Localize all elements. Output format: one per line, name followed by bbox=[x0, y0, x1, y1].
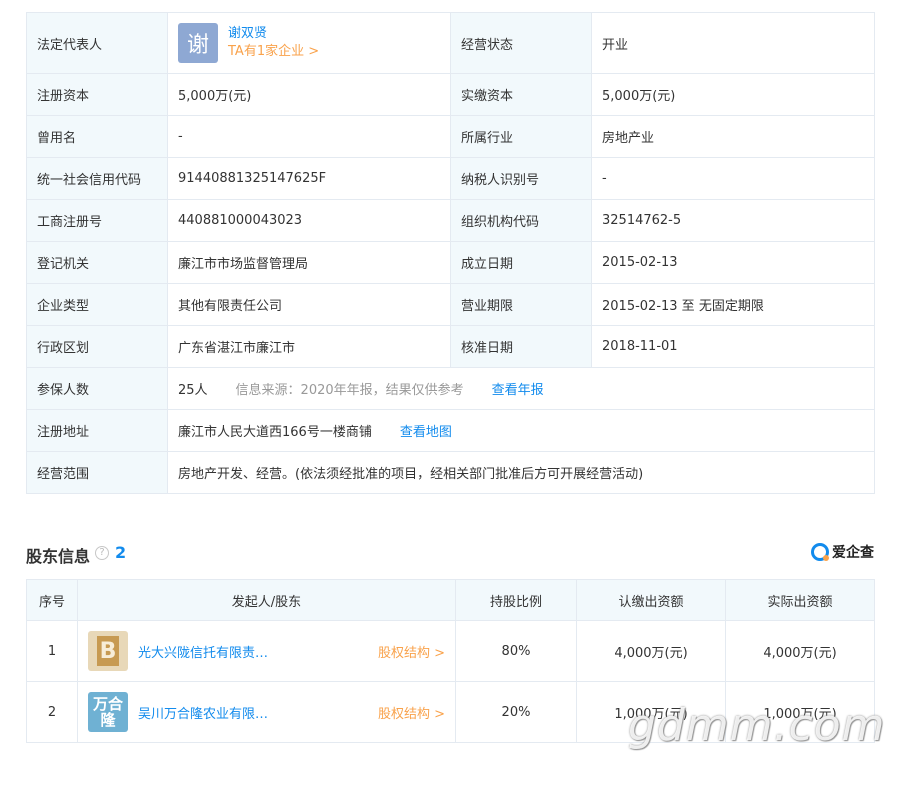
logo-letter: B bbox=[97, 636, 119, 666]
business-info-table: 法定代表人 谢 谢双贤 TA有1家企业 > 经营状态 开业 注册资本 5,000… bbox=[26, 12, 875, 494]
info-label: 经营状态 bbox=[450, 12, 592, 74]
info-row: 工商注册号 440881000043023 组织机构代码 32514762-5 bbox=[26, 199, 875, 242]
info-row: 注册资本 5,000万(元) 实缴资本 5,000万(元) bbox=[26, 73, 875, 116]
info-value: 2015-02-13 bbox=[591, 241, 875, 284]
info-label: 行政区划 bbox=[26, 325, 168, 368]
shareholder-name-link[interactable]: 吴川万合隆农业有限… bbox=[138, 703, 370, 722]
legal-rep-name-link[interactable]: 谢双贤 bbox=[228, 25, 319, 43]
shareholder-name-link[interactable]: 光大兴陇信托有限责… bbox=[138, 642, 370, 661]
info-value: - bbox=[167, 115, 451, 158]
info-row: 参保人数 25人 信息来源：2020年年报，结果仅供参考 查看年报 bbox=[26, 367, 875, 410]
company-logo[interactable]: 万合隆 bbox=[88, 692, 128, 732]
info-row: 经营范围 房地产开发、经营。(依法须经批准的项目，经相关部门批准后方可开展经营活… bbox=[26, 451, 875, 494]
info-value: 房地产业 bbox=[591, 115, 875, 158]
info-label: 成立日期 bbox=[450, 241, 592, 284]
subscribed-capital: 4,000万(元) bbox=[576, 620, 726, 682]
info-value: 2015-02-13 至 无固定期限 bbox=[591, 283, 875, 326]
question-circle-icon[interactable]: ? bbox=[95, 546, 109, 560]
info-label: 经营范围 bbox=[26, 451, 168, 494]
info-value: 91440881325147625F bbox=[167, 157, 451, 200]
info-label: 注册资本 bbox=[26, 73, 168, 116]
info-label: 纳税人识别号 bbox=[450, 157, 592, 200]
info-value: 其他有限责任公司 bbox=[167, 283, 451, 326]
legal-rep-companies-link[interactable]: TA有1家企业 > bbox=[228, 43, 319, 61]
site-watermark: gdmm.com bbox=[628, 700, 886, 751]
equity-structure-link[interactable]: 股权结构 > bbox=[378, 703, 445, 722]
info-value: 32514762-5 bbox=[591, 199, 875, 242]
shareholder-count: 2 bbox=[115, 543, 127, 562]
info-label: 核准日期 bbox=[450, 325, 592, 368]
info-row: 统一社会信用代码 91440881325147625F 纳税人识别号 - bbox=[26, 157, 875, 200]
insured-count: 25人 bbox=[178, 383, 208, 398]
column-header: 发起人/股东 bbox=[77, 579, 456, 621]
column-header: 序号 bbox=[26, 579, 78, 621]
info-label: 统一社会信用代码 bbox=[26, 157, 168, 200]
shareholders-header: 股东信息 ? 2 爱企查 bbox=[26, 540, 874, 568]
address-cell: 廉江市人民大道西166号一楼商铺 查看地图 bbox=[167, 409, 875, 452]
info-row: 行政区划 广东省湛江市廉江市 核准日期 2018-11-01 bbox=[26, 325, 875, 368]
info-label: 注册地址 bbox=[26, 409, 168, 452]
info-row: 企业类型 其他有限责任公司 营业期限 2015-02-13 至 无固定期限 bbox=[26, 283, 875, 326]
info-value: - bbox=[591, 157, 875, 200]
column-header: 持股比例 bbox=[455, 579, 577, 621]
info-label: 组织机构代码 bbox=[450, 199, 592, 242]
info-value: 5,000万(元) bbox=[167, 73, 451, 116]
business-info-panel: 法定代表人 谢 谢双贤 TA有1家企业 > 经营状态 开业 注册资本 5,000… bbox=[26, 12, 875, 494]
info-value: 广东省湛江市廉江市 bbox=[167, 325, 451, 368]
info-label: 法定代表人 bbox=[26, 12, 168, 74]
section-title: 股东信息 bbox=[26, 547, 91, 566]
legal-rep-cell: 谢 谢双贤 TA有1家企业 > bbox=[167, 12, 451, 74]
column-header: 实际出资额 bbox=[725, 579, 875, 621]
legal-rep-avatar[interactable]: 谢 bbox=[178, 23, 218, 63]
info-row: 注册地址 廉江市人民大道西166号一楼商铺 查看地图 bbox=[26, 409, 875, 452]
company-logo[interactable]: B bbox=[88, 631, 128, 671]
registered-address: 廉江市人民大道西166号一楼商铺 bbox=[178, 425, 372, 440]
row-number: 1 bbox=[26, 620, 78, 682]
brand-name: 爱企查 bbox=[832, 545, 874, 561]
magnifier-logo-icon bbox=[811, 543, 829, 561]
insured-source-note: 信息来源：2020年年报，结果仅供参考 bbox=[235, 383, 464, 398]
share-ratio: 80% bbox=[455, 620, 577, 682]
shareholder-cell: 万合隆 吴川万合隆农业有限… 股权结构 > bbox=[77, 681, 456, 743]
info-label: 营业期限 bbox=[450, 283, 592, 326]
info-label: 企业类型 bbox=[26, 283, 168, 326]
info-value: 5,000万(元) bbox=[591, 73, 875, 116]
info-row: 登记机关 廉江市市场监督管理局 成立日期 2015-02-13 bbox=[26, 241, 875, 284]
insured-cell: 25人 信息来源：2020年年报，结果仅供参考 查看年报 bbox=[167, 367, 875, 410]
brand-logo: 爱企查 bbox=[811, 542, 874, 562]
info-label: 所属行业 bbox=[450, 115, 592, 158]
view-map-link[interactable]: 查看地图 bbox=[400, 425, 452, 440]
equity-structure-link[interactable]: 股权结构 > bbox=[378, 642, 445, 661]
business-scope: 房地产开发、经营。(依法须经批准的项目，经相关部门批准后方可开展经营活动) bbox=[167, 451, 875, 494]
row-number: 2 bbox=[26, 681, 78, 743]
info-row: 曾用名 - 所属行业 房地产业 bbox=[26, 115, 875, 158]
info-value: 开业 bbox=[591, 12, 875, 74]
info-value: 2018-11-01 bbox=[591, 325, 875, 368]
share-ratio: 20% bbox=[455, 681, 577, 743]
info-label: 实缴资本 bbox=[450, 73, 592, 116]
info-label: 登记机关 bbox=[26, 241, 168, 284]
info-value: 廉江市市场监督管理局 bbox=[167, 241, 451, 284]
info-label: 工商注册号 bbox=[26, 199, 168, 242]
column-header: 认缴出资额 bbox=[576, 579, 726, 621]
table-header-row: 序号 发起人/股东 持股比例 认缴出资额 实际出资额 bbox=[26, 579, 875, 621]
info-label: 参保人数 bbox=[26, 367, 168, 410]
info-row: 法定代表人 谢 谢双贤 TA有1家企业 > 经营状态 开业 bbox=[26, 12, 875, 74]
table-row: 1 B 光大兴陇信托有限责… 股权结构 > 80% 4,000万(元) 4,00… bbox=[26, 620, 875, 682]
info-value: 440881000043023 bbox=[167, 199, 451, 242]
info-label: 曾用名 bbox=[26, 115, 168, 158]
shareholder-cell: B 光大兴陇信托有限责… 股权结构 > bbox=[77, 620, 456, 682]
view-annual-report-link[interactable]: 查看年报 bbox=[492, 383, 544, 398]
paid-capital: 4,000万(元) bbox=[725, 620, 875, 682]
